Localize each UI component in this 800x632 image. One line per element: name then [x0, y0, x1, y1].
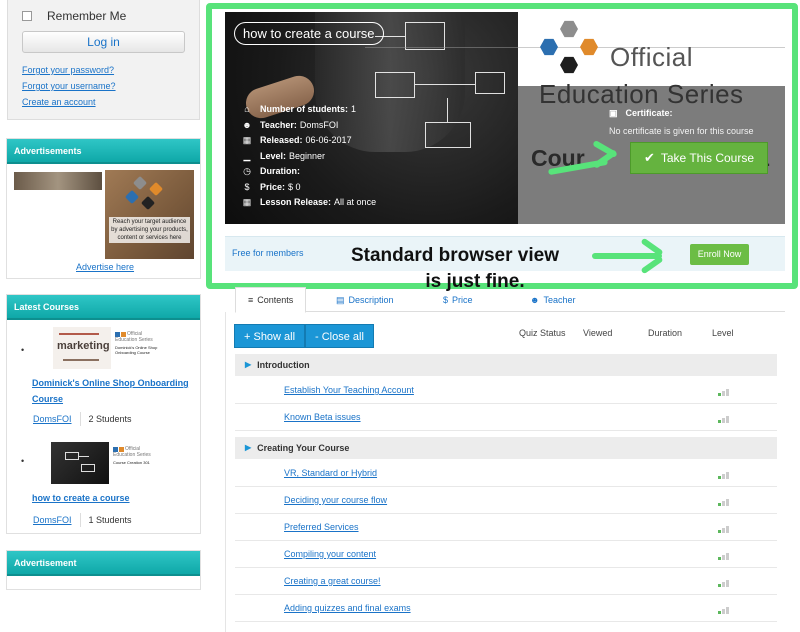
checkbox-box[interactable]: [22, 11, 32, 21]
lesson-link[interactable]: Compiling your content: [284, 549, 376, 559]
course-meta: DomsFOI 2 Students: [33, 412, 132, 426]
lesson-link[interactable]: Adding quizzes and final exams: [284, 603, 411, 613]
thumbnail-logo: Official Education Series Dominick's Onl…: [115, 331, 158, 355]
level-signal-icon: [718, 526, 730, 533]
thumbnail-word: marketing: [57, 340, 110, 352]
advertisements-heading: Advertisements: [7, 139, 200, 164]
column-duration: Duration: [648, 328, 683, 338]
advertisement-widget: Advertisement: [6, 550, 201, 590]
course-contents: + Show all - Close all Quiz Status Viewe…: [225, 312, 785, 632]
lesson-row: Creating a great course!: [235, 568, 777, 595]
thumbnail-logo: Official Education Series Course Creatio…: [113, 446, 151, 465]
lesson-link[interactable]: Known Beta issues: [284, 412, 361, 422]
create-account-link[interactable]: Create an account: [22, 94, 116, 110]
ad-banner-large[interactable]: Reach your target audience by advertisin…: [105, 170, 194, 259]
ad-banner-small[interactable]: [14, 172, 102, 190]
lesson-row: Compiling your content: [235, 541, 777, 568]
advertisement-heading: Advertisement: [7, 551, 200, 576]
login-module: Remember Me Log in Forgot your password?…: [7, 0, 200, 120]
course-students: 2 Students: [88, 414, 132, 424]
latest-courses-widget: Latest Courses • marketing Official Educ…: [6, 294, 201, 534]
course-thumbnail-image: [51, 442, 109, 484]
tab-contents[interactable]: ≡ Contents: [235, 287, 307, 313]
lesson-link[interactable]: Preferred Services: [284, 522, 359, 532]
tab-price[interactable]: $ Price: [443, 287, 473, 312]
caret-right-icon: ▶: [245, 360, 252, 369]
lesson-row: Adding quizzes and final exams: [235, 595, 777, 622]
level-signal-icon: [718, 389, 730, 396]
remember-me-label: Remember Me: [47, 9, 127, 23]
document-icon: ▤: [336, 294, 345, 305]
lesson-row: Deciding your course flow: [235, 487, 777, 514]
close-all-button[interactable]: - Close all: [305, 324, 374, 348]
hex-icon: [148, 181, 164, 197]
level-signal-icon: [718, 580, 730, 587]
section-header[interactable]: ▶ Introduction: [235, 354, 777, 376]
dollar-icon: $: [443, 294, 449, 305]
annotation-line-1: Standard browser view: [350, 245, 559, 266]
login-button[interactable]: Log in: [22, 31, 185, 53]
level-signal-icon: [718, 499, 730, 506]
lesson-link[interactable]: VR, Standard or Hybrid: [284, 468, 377, 478]
lesson-row: Known Beta issues: [235, 404, 777, 431]
hex-icon: [119, 446, 124, 452]
hex-icon: [132, 175, 148, 191]
column-viewed: Viewed: [583, 328, 613, 338]
show-all-button[interactable]: + Show all: [234, 324, 306, 348]
level-signal-icon: [718, 553, 730, 560]
level-signal-icon: [718, 416, 730, 423]
lesson-row: Establish Your Teaching Account: [235, 377, 777, 404]
hex-icon: [121, 331, 126, 337]
hex-icon: [140, 195, 156, 211]
course-meta: DomsFOI 1 Students: [33, 513, 132, 527]
level-signal-icon: [718, 472, 730, 479]
hex-icon: [115, 331, 120, 337]
section-header[interactable]: ▶ Creating Your Course: [235, 437, 777, 459]
course-thumbnail[interactable]: marketing Official Education Series Domi…: [53, 327, 165, 369]
list-bullet: •: [21, 345, 25, 355]
lesson-row: VR, Standard or Hybrid: [235, 460, 777, 487]
forgot-username-link[interactable]: Forgot your username?: [22, 78, 116, 94]
course-students: 1 Students: [88, 515, 132, 525]
section-title: Creating Your Course: [257, 443, 350, 453]
lesson-link[interactable]: Establish Your Teaching Account: [284, 385, 414, 395]
course-thumbnail-image: marketing: [53, 327, 111, 369]
level-signal-icon: [718, 607, 730, 614]
column-quiz-status: Quiz Status: [519, 328, 566, 338]
section-title: Introduction: [257, 360, 310, 370]
hex-icon: [113, 446, 118, 452]
tab-teacher[interactable]: ☻ Teacher: [530, 287, 576, 312]
hex-icon: [124, 189, 140, 205]
lesson-link[interactable]: Deciding your course flow: [284, 495, 387, 505]
course-title-link[interactable]: Dominick's Online Shop Onboarding Course: [32, 375, 192, 407]
user-icon: ☻: [530, 294, 540, 305]
list-bullet: •: [21, 456, 25, 466]
advertise-here-link[interactable]: Advertise here: [76, 262, 134, 272]
lesson-link[interactable]: Creating a great course!: [284, 576, 381, 586]
advertisements-widget: Advertisements Reach your target audienc…: [6, 138, 201, 279]
course-author-link[interactable]: DomsFOI: [33, 414, 72, 424]
latest-courses-heading: Latest Courses: [7, 295, 200, 320]
ad-text: Reach your target audience by advertisin…: [109, 217, 190, 243]
caret-right-icon: ▶: [245, 443, 252, 452]
course-thumbnail[interactable]: Official Education Series Course Creatio…: [51, 442, 163, 484]
remember-me-checkbox[interactable]: Remember Me: [22, 9, 126, 23]
forgot-password-link[interactable]: Forgot your password?: [22, 62, 116, 78]
course-tabs: ≡ Contents ▤ Description $ Price ☻ Teach…: [235, 287, 785, 313]
column-level: Level: [712, 328, 734, 338]
list-icon: ≡: [248, 295, 254, 305]
login-links: Forgot your password? Forgot your userna…: [22, 62, 116, 110]
tab-description[interactable]: ▤ Description: [336, 287, 394, 312]
sidebar: Remember Me Log in Forgot your password?…: [0, 0, 210, 632]
arrow-annotation: [592, 253, 662, 259]
course-title-link[interactable]: how to create a course: [32, 490, 192, 506]
lesson-row: Preferred Services: [235, 514, 777, 541]
course-author-link[interactable]: DomsFOI: [33, 515, 72, 525]
